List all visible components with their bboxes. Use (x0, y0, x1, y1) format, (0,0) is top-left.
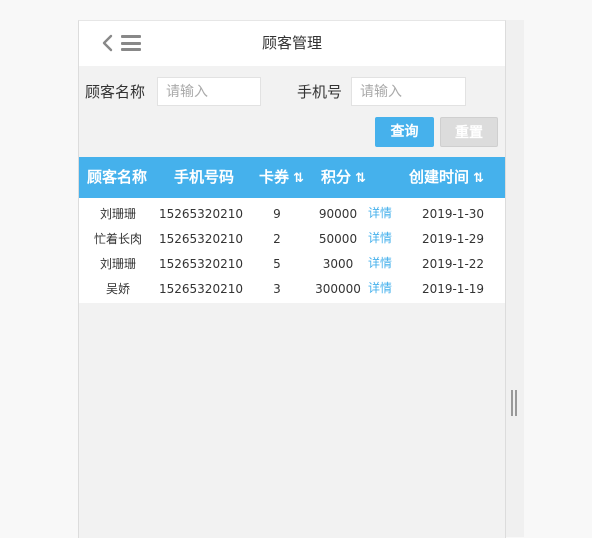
top-bar: 顾客管理 (79, 21, 505, 66)
cell-phone: 15265320210 (159, 257, 243, 271)
cell-name: 刘珊珊 (99, 207, 136, 221)
cell-phone: 15265320210 (159, 232, 243, 246)
header-phone: 手机号码 (174, 168, 235, 186)
sort-coupons-icon[interactable]: ⇅ (293, 171, 304, 186)
cell-coupons: 9 (273, 207, 281, 221)
table-row: 刘珊珊 15265320210 9 90000 详情 2019-1-30 (79, 202, 505, 227)
header-created-label: 创建时间 (409, 168, 470, 186)
table-body: 刘珊珊 15265320210 9 90000 详情 2019-1-30 忙着长… (79, 198, 505, 303)
cell-phone: 15265320210 (159, 282, 243, 296)
reset-button[interactable]: 重置 (440, 117, 498, 147)
detail-link[interactable]: 详情 (365, 277, 395, 302)
phone-input[interactable] (351, 77, 466, 106)
phone-label: 手机号 (297, 83, 343, 101)
cell-coupons: 2 (273, 232, 281, 246)
sort-points-icon[interactable]: ⇅ (355, 171, 366, 186)
cell-points: 50000 (318, 232, 358, 246)
cell-points: 3000 (322, 257, 354, 271)
cell-coupons: 3 (273, 282, 281, 296)
cell-created: 2019-1-30 (421, 207, 485, 221)
table-header: 顾客名称 手机号码 卡券 ⇅ 积分 ⇅ 创建时间 ⇅ (79, 157, 505, 198)
cell-points: 300000 (315, 282, 361, 296)
resize-handle[interactable] (511, 390, 517, 416)
detail-link[interactable]: 详情 (365, 202, 395, 227)
cell-name: 刘珊珊 (99, 257, 136, 271)
cell-name: 忙着长肉 (93, 232, 142, 246)
cell-created: 2019-1-29 (421, 232, 485, 246)
right-gutter (505, 20, 524, 537)
header-created: 创建时间 ⇅ (409, 157, 484, 198)
cell-points: 90000 (318, 207, 358, 221)
header-customer-name: 顾客名称 (87, 168, 148, 186)
query-button[interactable]: 查询 (375, 117, 434, 147)
customer-name-label: 顾客名称 (85, 83, 146, 101)
sort-created-icon[interactable]: ⇅ (473, 171, 484, 186)
cell-created: 2019-1-19 (421, 282, 485, 296)
mobile-viewport: 顾客管理 顾客名称 手机号 查询 重置 顾客名称 手机号码 卡券⇅ 积分⇅ 创建… (78, 20, 506, 538)
customer-name-input[interactable] (157, 77, 261, 106)
table-row: 忙着长肉 15265320210 2 50000 详情 2019-1-29 (79, 227, 505, 252)
cell-created: 2019-1-22 (421, 257, 485, 271)
detail-link[interactable]: 详情 (365, 252, 395, 277)
header-points-label: 积分 (321, 168, 352, 186)
page-title: 顾客管理 (261, 34, 322, 52)
header-points: 积分 ⇅ (321, 157, 366, 198)
cell-name: 吴娇 (105, 282, 130, 296)
cell-coupons: 5 (273, 257, 281, 271)
header-coupons-label: 卡券 (259, 168, 290, 186)
table-row: 吴娇 15265320210 3 300000 详情 2019-1-19 (79, 277, 505, 302)
cell-phone: 15265320210 (159, 207, 243, 221)
detail-link[interactable]: 详情 (365, 227, 395, 252)
table-row: 刘珊珊 15265320210 5 3000 详情 2019-1-22 (79, 252, 505, 277)
header-coupons: 卡券 ⇅ (259, 157, 304, 198)
